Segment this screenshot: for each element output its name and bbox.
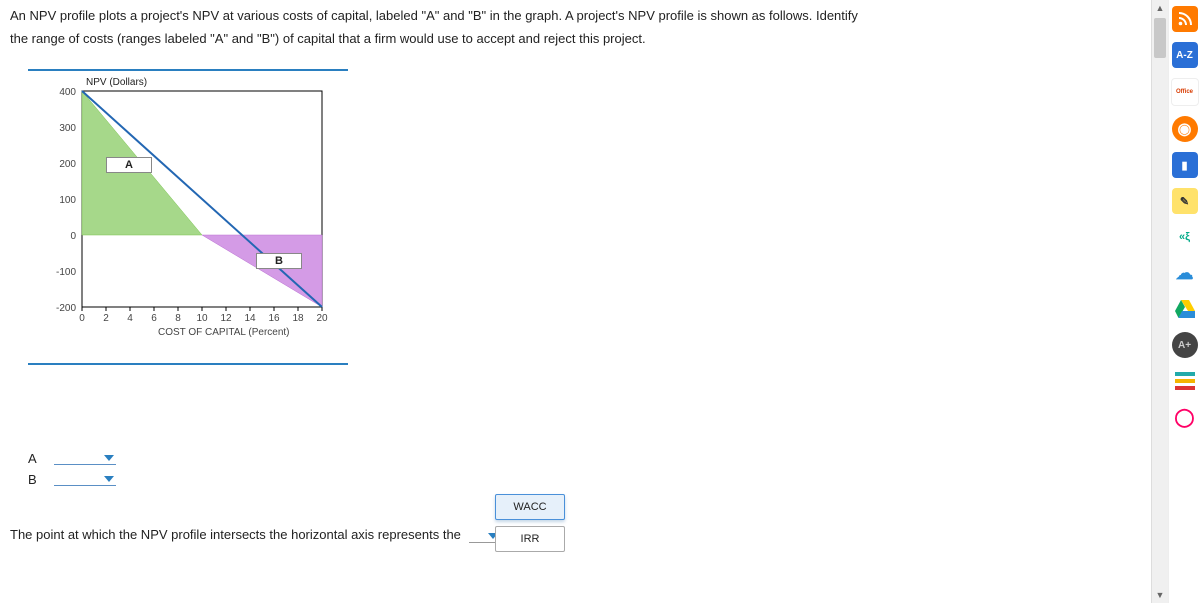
- x-tick: 2: [98, 313, 114, 324]
- signal-icon[interactable]: «ξ: [1172, 224, 1198, 250]
- rss-icon[interactable]: [1172, 6, 1198, 32]
- eye-icon[interactable]: ◉: [1172, 116, 1198, 142]
- question-line1: An NPV profile plots a project's NPV at …: [10, 8, 858, 23]
- office-icon[interactable]: Office: [1171, 78, 1199, 106]
- x-tick: 14: [242, 313, 258, 324]
- answer-dropdown-b[interactable]: [54, 473, 116, 486]
- az-icon[interactable]: A-Z: [1172, 42, 1198, 68]
- stripes-icon[interactable]: [1172, 368, 1198, 394]
- card-icon[interactable]: ▮: [1172, 152, 1198, 178]
- x-tick: 16: [266, 313, 282, 324]
- answer-label-a: A: [28, 451, 42, 466]
- x-axis-title: COST OF CAPITAL (Percent): [158, 327, 290, 338]
- x-tick: 0: [74, 313, 90, 324]
- option-wacc[interactable]: WACC: [495, 494, 565, 520]
- x-tick: 20: [314, 313, 330, 324]
- sentence-before: The point at which the NPV profile inter…: [10, 527, 461, 542]
- vertical-scrollbar[interactable]: ▲ ▼: [1151, 0, 1168, 603]
- x-tick: 12: [218, 313, 234, 324]
- x-tick: 18: [290, 313, 306, 324]
- question-text: An NPV profile plots a project's NPV at …: [10, 4, 1130, 51]
- region-b-label: B: [256, 253, 302, 269]
- browser-sidebar: A-Z Office ◉ ▮ ✎ «ξ ☁ A+ ◯: [1168, 0, 1200, 603]
- options-stack: WACC IRR: [495, 494, 565, 558]
- onedrive-icon[interactable]: ☁: [1172, 260, 1198, 286]
- drive-icon[interactable]: [1172, 296, 1198, 322]
- x-tick: 6: [146, 313, 162, 324]
- note-icon[interactable]: ✎: [1172, 188, 1198, 214]
- scroll-up-icon[interactable]: ▲: [1152, 0, 1168, 16]
- x-tick: 4: [122, 313, 138, 324]
- question-line2: the range of costs (ranges labeled "A" a…: [10, 31, 646, 46]
- x-tick: 8: [170, 313, 186, 324]
- chart-frame: NPV (Dollars) 400 300 200 100 0 -100 -20…: [28, 69, 348, 365]
- region-a-label: A: [106, 157, 152, 173]
- answer-dropdown-a[interactable]: [54, 452, 116, 465]
- option-irr[interactable]: IRR: [495, 526, 565, 552]
- answer-label-b: B: [28, 472, 42, 487]
- npv-chart: NPV (Dollars) 400 300 200 100 0 -100 -20…: [28, 77, 348, 357]
- scroll-thumb[interactable]: [1154, 18, 1166, 58]
- scroll-down-icon[interactable]: ▼: [1152, 587, 1168, 603]
- circle-icon[interactable]: ◯: [1172, 404, 1198, 430]
- x-tick: 10: [194, 313, 210, 324]
- aplus-icon[interactable]: A+: [1172, 332, 1198, 358]
